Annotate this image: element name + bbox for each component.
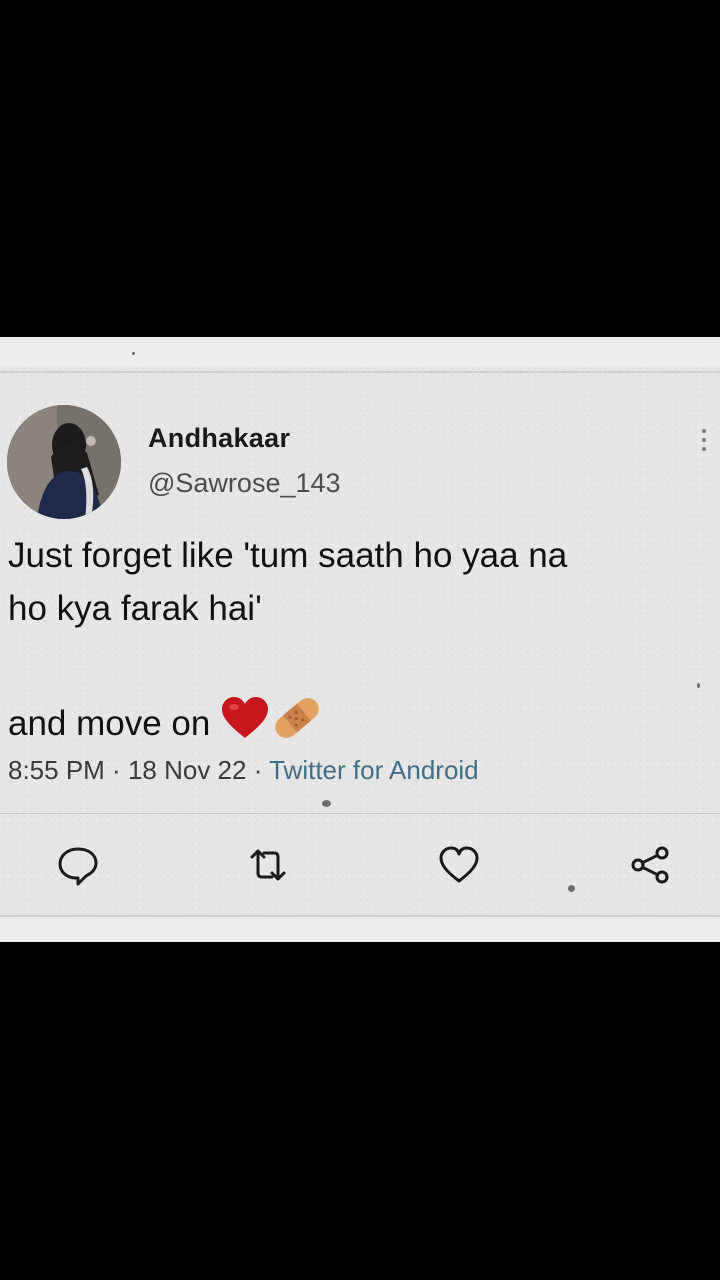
letterbox-top [0,0,720,337]
tweet-text-line-2: ho kya farak hai' [8,589,262,628]
tweet-meta: 8:55 PM · 18 Nov 22 · Twitter for Androi… [8,755,479,786]
tweet-text-line-3-row: and move on [8,693,708,758]
letterbox-bottom [0,942,720,1280]
user-handle[interactable]: @Sawrose_143 [148,468,341,499]
tweet-date: 18 Nov 22 [127,755,247,785]
dust-speck [568,885,575,892]
avatar[interactable] [7,405,121,519]
tweet-text-line-3: and move on [8,703,211,743]
tweet-source-link[interactable]: Twitter for Android [269,755,479,785]
top-divider [0,371,720,373]
meta-separator: · [246,755,270,785]
dust-speck [697,683,700,688]
retweet-icon[interactable] [246,843,290,887]
reply-icon[interactable] [56,843,100,887]
actions-divider [0,813,720,814]
display-name[interactable]: Andhakaar [148,423,290,454]
tweet-body: Just forget like 'tum saath ho yaa na ho… [8,529,708,758]
tweet-text-line-1: Just forget like 'tum saath ho yaa na [8,536,568,575]
tweet-time: 8:55 PM [8,755,105,785]
dust-speck [322,800,331,807]
bottom-strip [0,917,720,942]
share-icon[interactable] [628,843,672,887]
dust-speck [132,352,135,355]
more-options-icon[interactable] [694,423,714,457]
tweet-screenshot-card: Andhakaar @Sawrose_143 Just forget like … [0,337,720,942]
meta-separator: · [104,755,128,785]
like-icon[interactable] [437,843,481,887]
top-strip [0,337,720,367]
red-heart-icon [220,696,270,755]
adhesive-bandage-icon [270,693,324,758]
